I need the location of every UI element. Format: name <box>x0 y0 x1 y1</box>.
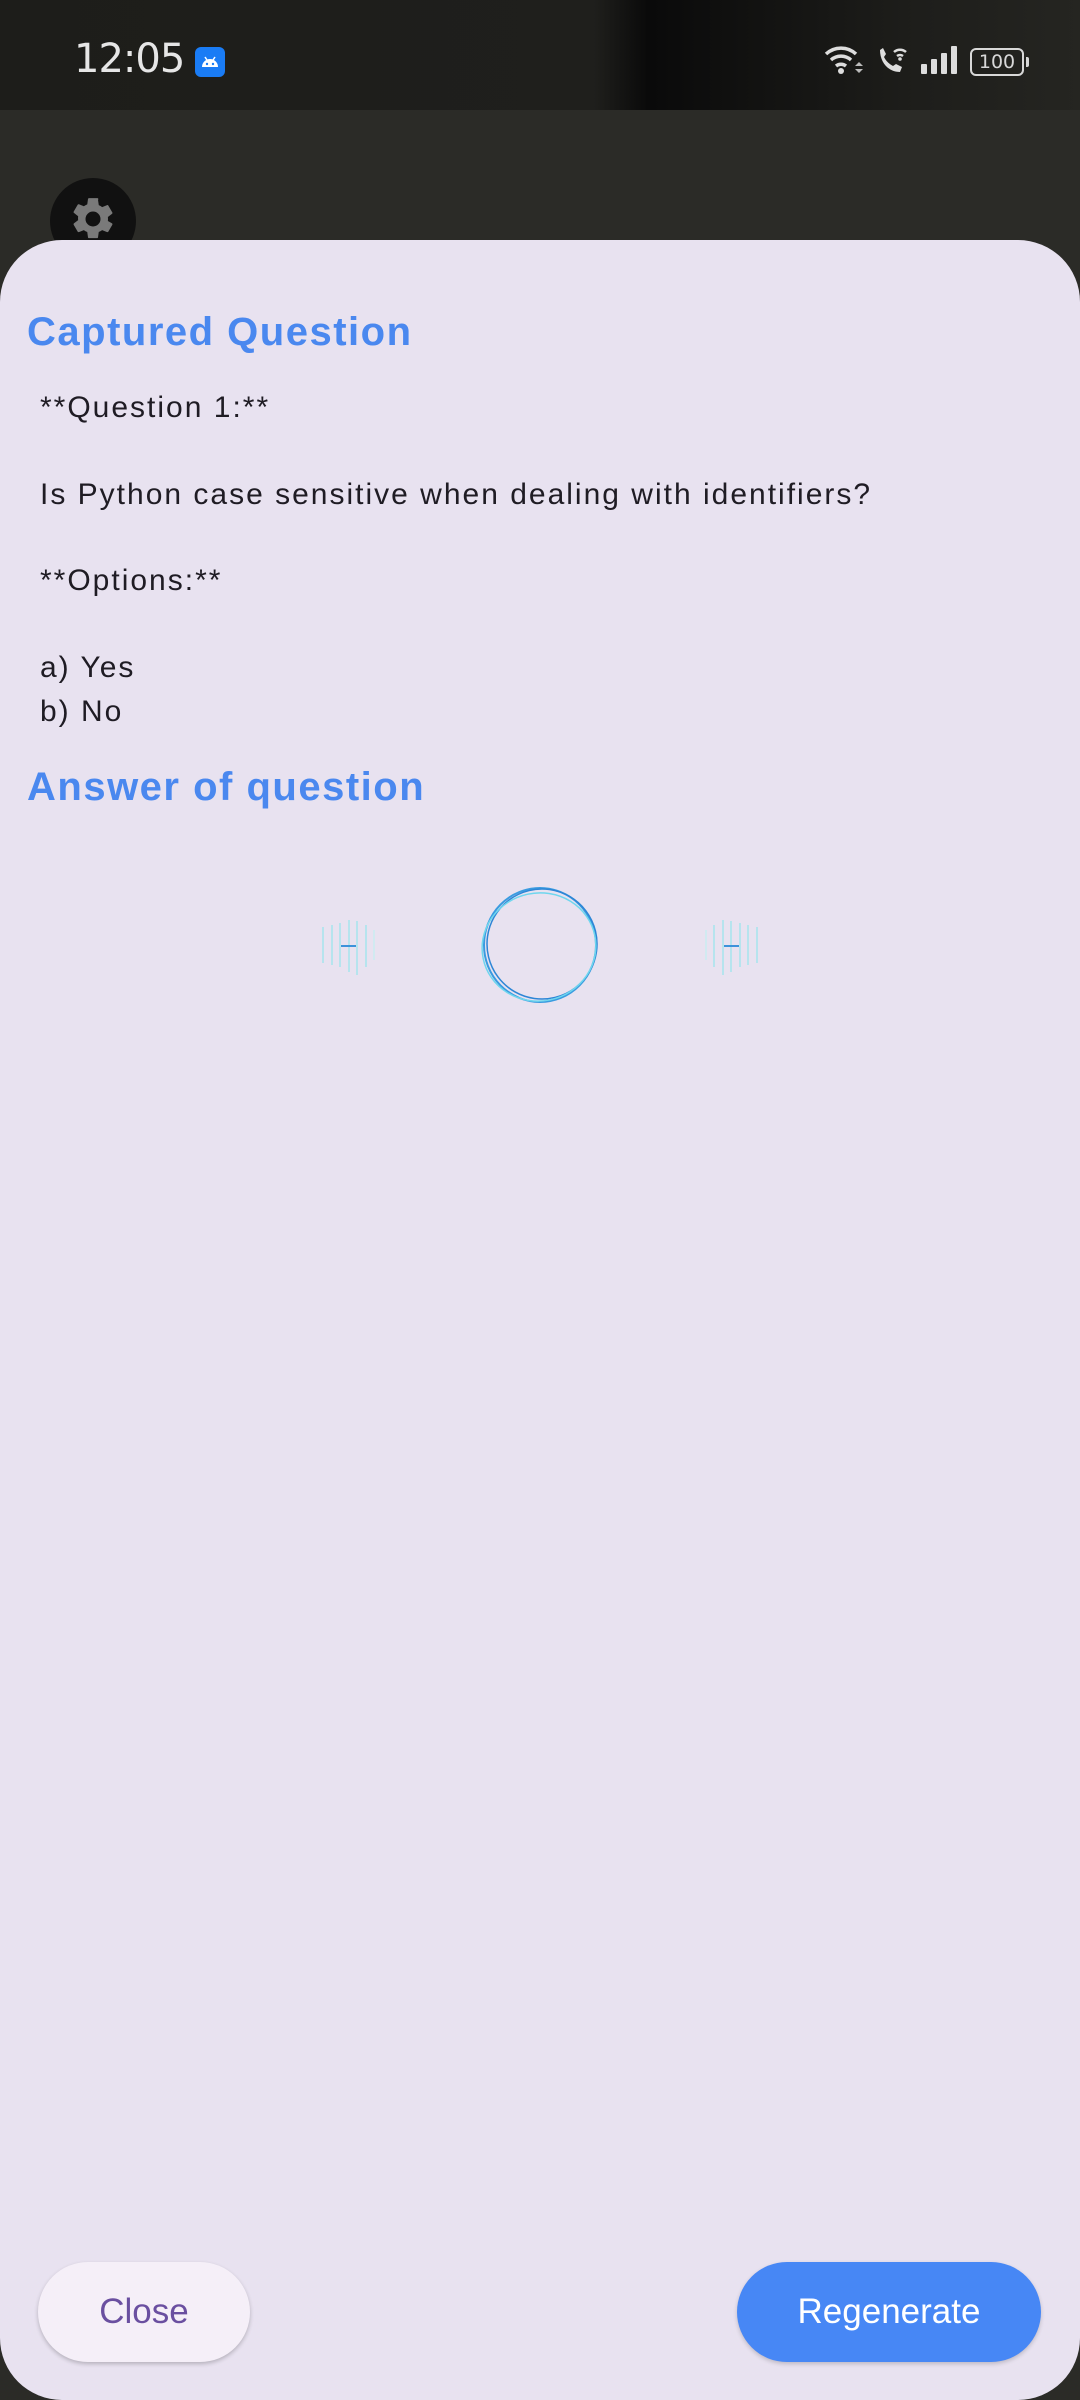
loader-circle <box>481 887 598 1003</box>
status-icons: 100 <box>824 44 1029 81</box>
loader-right-bars <box>705 920 758 975</box>
answer-heading: Answer of question <box>27 765 426 809</box>
battery-icon: 100 <box>970 48 1029 76</box>
loading-spinner <box>310 880 770 1010</box>
option-item: a) Yes <box>40 651 136 684</box>
options-label: **Options:** <box>40 564 223 597</box>
option-item: b) No <box>40 695 124 728</box>
wifi-icon <box>824 44 864 81</box>
android-icon <box>195 47 225 77</box>
regenerate-button[interactable]: Regenerate <box>737 2262 1041 2362</box>
bottom-sheet: Captured Question **Question 1:** Is Pyt… <box>0 240 1080 2400</box>
status-bar: 12:05 100 <box>0 0 1080 110</box>
question-label: **Question 1:** <box>40 391 271 424</box>
close-button[interactable]: Close <box>38 2262 250 2362</box>
captured-question-heading: Captured Question <box>27 310 413 354</box>
question-text: Is Python case sensitive when dealing wi… <box>40 478 873 511</box>
wifi-calling-icon <box>876 44 908 81</box>
signal-icon <box>920 45 958 80</box>
status-time: 12:05 <box>74 36 185 82</box>
loader-left-bars <box>322 920 375 975</box>
